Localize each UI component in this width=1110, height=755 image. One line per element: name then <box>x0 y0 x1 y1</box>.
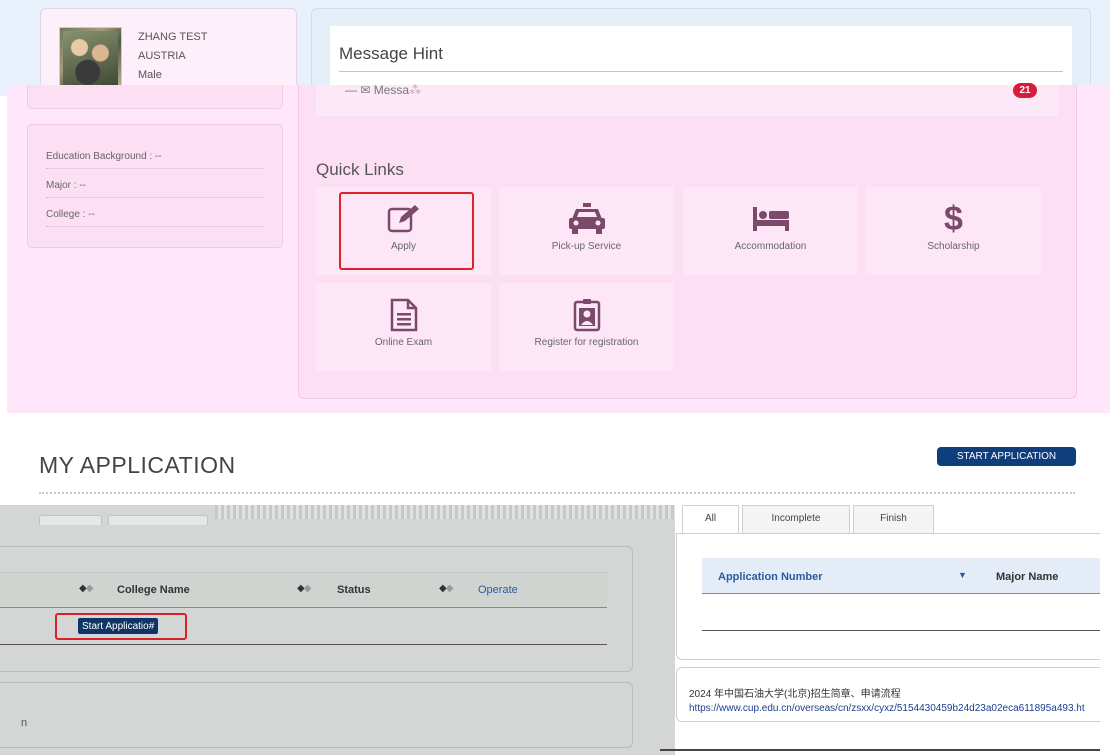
quick-link-accommodation[interactable]: Accommodation <box>683 187 858 275</box>
table-row <box>702 595 1100 631</box>
unread-count-badge: 21 <box>1013 83 1037 98</box>
sort-icon[interactable]: ◆◆ <box>297 583 311 594</box>
column-status[interactable]: Status <box>337 584 371 596</box>
grey-stripe <box>215 505 675 519</box>
quick-link-pickup[interactable]: Pick-up Service <box>499 187 674 275</box>
notice-title: 2024 年中国石油大学(北京)招生简章、申请流程 <box>689 689 901 700</box>
apply-highlight-box <box>339 192 474 270</box>
profile-gender: Male <box>138 69 162 81</box>
quick-link-label: Register for registration <box>534 337 639 348</box>
section-divider <box>39 492 1075 494</box>
quick-link-label: Scholarship <box>927 241 980 252</box>
tab-stub[interactable] <box>39 515 102 525</box>
quick-link-label: Online Exam <box>374 337 433 348</box>
profile-country: AUSTRIA <box>138 50 186 62</box>
quick-link-scholarship[interactable]: $ Scholarship <box>866 187 1041 275</box>
tab-finish[interactable]: Finish <box>853 505 934 533</box>
message-row[interactable] <box>316 85 1058 116</box>
bottom-divider <box>660 749 1100 751</box>
tab-incomplete[interactable]: Incomplete <box>742 505 850 533</box>
envelope-icon: — ✉ <box>345 83 371 97</box>
dollar-icon: $ <box>944 199 963 238</box>
column-operate[interactable]: Operate <box>478 584 518 596</box>
start-application-button[interactable]: START APPLICATION <box>937 447 1076 466</box>
taxi-icon <box>499 201 674 237</box>
education-background: Education Background : -- <box>46 151 264 169</box>
quick-link-label: Pick-up Service <box>551 241 622 252</box>
sort-icon[interactable]: ◆◆ <box>439 583 453 594</box>
education-college: College : -- <box>46 209 264 227</box>
sort-icon[interactable]: ◆◆ <box>79 583 93 594</box>
truncated-text: n <box>21 717 28 729</box>
message-hint-title: Message Hint <box>339 44 443 63</box>
tab-stub[interactable] <box>108 515 208 525</box>
quick-links-title: Quick Links <box>316 160 404 179</box>
tab-all[interactable]: All <box>682 505 739 533</box>
profile-card-bottom <box>27 85 283 109</box>
document-icon <box>316 297 491 333</box>
profile-name: ZHANG TEST <box>138 31 208 43</box>
message-divider <box>339 71 1063 72</box>
my-application-title: MY APPLICATION <box>39 452 236 478</box>
column-major-name[interactable]: Major Name <box>996 571 1058 583</box>
row-action-highlight-box <box>55 613 187 640</box>
sort-down-icon[interactable]: ▼ <box>958 570 967 580</box>
avatar <box>59 27 122 90</box>
quick-link-register[interactable]: Register for registration <box>499 283 674 371</box>
id-badge-icon <box>499 297 674 333</box>
quick-link-label: Accommodation <box>734 241 807 252</box>
notice-link[interactable]: https://www.cup.edu.cn/overseas/cn/zsxx/… <box>689 703 1100 714</box>
message-link[interactable]: — ✉ Messa⁂ <box>345 83 421 97</box>
column-college-name[interactable]: College Name <box>117 584 190 596</box>
column-application-number[interactable]: Application Number <box>718 571 823 583</box>
quick-link-online-exam[interactable]: Online Exam <box>316 283 491 371</box>
education-major: Major : -- <box>46 180 264 198</box>
bed-icon <box>683 201 858 237</box>
secondary-panel <box>0 682 633 748</box>
